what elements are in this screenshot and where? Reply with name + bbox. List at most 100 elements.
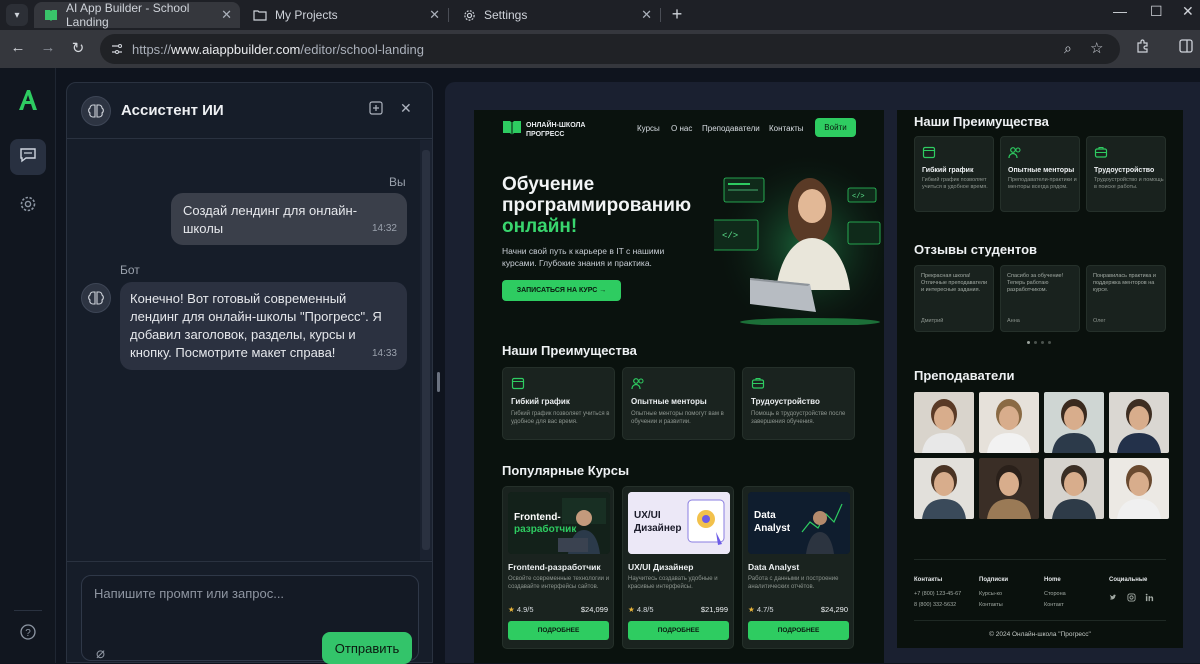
rating-value: 4.9/5 (516, 605, 534, 614)
svg-text:</>: </> (852, 193, 865, 201)
feature-desc: Гибкий график позволяет учиться в удобно… (511, 411, 610, 425)
copyright-text: © 2024 Онлайн-школа "Прогресс" (989, 631, 1091, 638)
bot-label: Бот (120, 263, 140, 277)
paperclip-icon[interactable]: ⌀ (96, 644, 105, 662)
review-text: Прекрасная школа! Отличные преподаватели… (921, 273, 988, 293)
tab-divider (660, 8, 661, 22)
close-icon[interactable]: ✕ (641, 7, 652, 23)
login-button[interactable]: Войти (815, 118, 856, 137)
app-logo[interactable] (16, 88, 40, 112)
extensions-icon[interactable] (1132, 39, 1152, 58)
tab-school-landing[interactable]: AI App Builder - School Landing ✕ (34, 1, 240, 29)
close-icon[interactable]: ✕ (400, 100, 412, 117)
feature-desc: Опытные менторы помогут вам в обучении и… (631, 411, 724, 425)
zoom-icon[interactable]: ⌕ (1064, 40, 1072, 57)
chat-scrollbar[interactable] (420, 140, 432, 560)
settings-nav-button[interactable] (10, 188, 46, 224)
footer-item[interactable]: Курсы-ко (979, 589, 1008, 600)
teacher-photo (1044, 458, 1104, 519)
footer-item[interactable]: Контакт (1044, 600, 1066, 611)
footer-item[interactable]: 8 (800) 332-5632 (914, 600, 961, 611)
review-card: Прекрасная школа! Отличные преподаватели… (914, 265, 994, 332)
star-icon: ★ (508, 605, 515, 614)
close-icon[interactable]: ✕ (221, 7, 232, 23)
course-card: Frontend- разработчик Frontend-разработч… (502, 486, 614, 649)
tab-label: AI App Builder - School Landing (66, 1, 190, 29)
reload-icon[interactable]: ↻ (68, 39, 88, 57)
course-details-button[interactable]: ПОДРОБНЕЕ (628, 621, 729, 640)
course-rating: ★ 4.9/5 (508, 605, 534, 614)
feature-card: Трудоустройство Помощь в трудоустройстве… (742, 367, 855, 440)
review-text: Понравилась практика и поддержка менторо… (1093, 273, 1156, 293)
address-bar[interactable]: https://www.aiappbuilder.com/editor/scho… (100, 34, 1120, 64)
brain-icon (81, 283, 111, 313)
bookmark-star-icon[interactable]: ☆ (1090, 39, 1103, 57)
teacher-photo (914, 458, 974, 519)
minimize-icon[interactable]: — (1113, 3, 1127, 19)
footer-column: Контакты +7 (800) 123-45-67 8 (800) 332-… (914, 577, 961, 611)
instagram-icon[interactable] (1127, 589, 1136, 607)
close-icon[interactable]: ✕ (429, 7, 440, 23)
course-image: Frontend- разработчик (508, 492, 610, 554)
panel-resize-handle[interactable] (437, 372, 440, 392)
back-icon[interactable]: ← (8, 39, 28, 56)
footer-column: Подписки Курсы-ко Контакты (979, 577, 1008, 611)
url-scheme: https:// (132, 42, 172, 57)
feature-desc: Помощь в трудоустройстве после завершени… (751, 411, 846, 425)
chat-icon (19, 146, 37, 169)
course-details-button[interactable]: ПОДРОБНЕЕ (508, 621, 609, 640)
nav-link-about[interactable]: О нас (671, 124, 692, 133)
hero-illustration: </> </> (711, 150, 884, 326)
browser-toolbar: ← → ↻ https://www.aiappbuilder.com/edito… (0, 30, 1200, 68)
briefcase-icon (751, 376, 765, 390)
sidepanel-icon[interactable] (1176, 39, 1196, 57)
send-button[interactable]: Отправить (322, 632, 412, 664)
new-chat-icon[interactable] (369, 101, 383, 118)
course-title: Frontend-разработчик (508, 562, 601, 572)
teacher-photo (1044, 392, 1104, 453)
tab-settings[interactable]: Settings ✕ (452, 2, 660, 28)
sidebar-divider (14, 610, 42, 611)
carousel-dots[interactable] (1027, 341, 1051, 344)
chat-nav-button[interactable] (10, 139, 46, 175)
chat-panel: Ассистент ИИ ✕ Вы Создай лендинг для онл… (66, 82, 433, 664)
help-nav-button[interactable]: ? (10, 616, 46, 652)
course-desc: Научитесь создавать удобные и красивые и… (628, 576, 718, 590)
site-settings-icon[interactable] (110, 42, 124, 61)
maximize-icon[interactable]: ☐ (1150, 3, 1163, 20)
feature-card: Опытные менторы Преподаватели-практики и… (1000, 136, 1080, 212)
twitter-icon[interactable] (1109, 589, 1118, 607)
tab-my-projects[interactable]: My Projects ✕ (243, 2, 448, 28)
chat-title: Ассистент ИИ (121, 102, 224, 119)
course-desc: Работа с данными и построение аналитичес… (748, 576, 839, 590)
nav-link-contacts[interactable]: Контакты (769, 124, 804, 133)
hero-subtitle: Начни свой путь к карьере в IT с нашими … (502, 246, 665, 268)
nav-link-courses[interactable]: Курсы (637, 124, 660, 133)
forward-icon[interactable]: → (38, 39, 58, 56)
users-icon (631, 376, 645, 390)
landing-brand[interactable]: ОНЛАЙН-ШКОЛА ПРОГРЕСС (502, 119, 596, 140)
new-tab-icon[interactable]: + (668, 4, 686, 25)
footer-item[interactable]: Сторона (1044, 589, 1066, 600)
star-icon: ★ (748, 605, 755, 614)
feature-title: Трудоустройство (1094, 167, 1155, 174)
linkedin-icon[interactable] (1145, 589, 1154, 607)
teacher-photo (979, 392, 1039, 453)
users-icon (1008, 145, 1022, 159)
feature-title: Гибкий график (922, 167, 974, 174)
feature-card: Опытные менторы Опытные менторы помогут … (622, 367, 735, 440)
scrollbar-thumb[interactable] (422, 150, 430, 550)
enroll-button[interactable]: ЗАПИСАТЬСЯ НА КУРС → (502, 280, 621, 301)
tab-search-button[interactable]: ▾ (6, 4, 28, 26)
footer-item[interactable]: +7 (800) 123-45-67 (914, 589, 961, 600)
details-label: ПОДРОБНЕЕ (537, 627, 580, 634)
features-heading: Наши Преимущества (914, 114, 1049, 129)
course-details-button[interactable]: ПОДРОБНЕЕ (748, 621, 849, 640)
prompt-input[interactable]: Напишите промпт или запрос... ⌀ Отправит… (81, 575, 419, 664)
window-close-icon[interactable]: ✕ (1182, 3, 1194, 20)
footer-column: Социальные (1109, 577, 1154, 607)
user-message: Создай лендинг для онлайн-школы 14:32 (171, 193, 407, 245)
course-price: $24,290 (820, 605, 848, 614)
nav-link-teachers[interactable]: Преподаватели (702, 124, 760, 133)
footer-item[interactable]: Контакты (979, 600, 1008, 611)
